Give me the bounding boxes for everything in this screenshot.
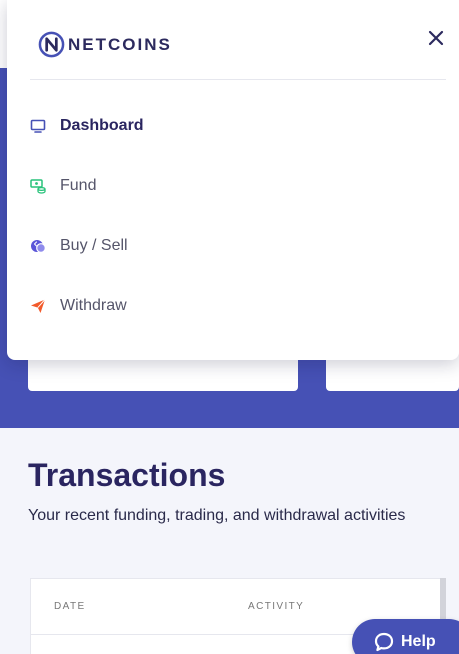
nav-label-fund: Fund — [60, 177, 97, 194]
monitor-icon — [30, 119, 46, 133]
transactions-subtitle: Your recent funding, trading, and withdr… — [28, 507, 406, 524]
fund-icon — [30, 179, 46, 194]
drawer-divider — [30, 79, 446, 80]
brand-name: NETCOINS — [68, 34, 172, 54]
nav-drawer: NETCOINS Dashboard Fund Buy / Sell Withd… — [7, 0, 459, 360]
nav-label-dashboard: Dashboard — [60, 117, 144, 134]
nav-label-buy-sell: Buy / Sell — [60, 237, 128, 254]
close-icon — [428, 30, 444, 46]
chat-bubble-icon — [374, 632, 394, 652]
column-header-activity: ACTIVITY — [248, 601, 305, 612]
transactions-title: Transactions — [28, 457, 226, 493]
nav-item-buy-sell[interactable]: Buy / Sell — [30, 231, 128, 261]
close-button[interactable] — [425, 27, 447, 49]
help-label: Help — [401, 633, 436, 650]
netcoins-logo-icon — [38, 31, 65, 58]
exchange-icon — [31, 240, 46, 253]
nav-item-fund[interactable]: Fund — [30, 171, 96, 201]
send-icon — [31, 299, 46, 313]
nav-item-withdraw[interactable]: Withdraw — [30, 291, 127, 321]
netcoins-logo[interactable]: NETCOINS — [38, 31, 172, 58]
column-header-date: DATE — [54, 601, 86, 612]
help-button[interactable]: Help — [352, 619, 459, 654]
nav-item-dashboard[interactable]: Dashboard — [30, 111, 144, 141]
nav-label-withdraw: Withdraw — [60, 297, 127, 314]
